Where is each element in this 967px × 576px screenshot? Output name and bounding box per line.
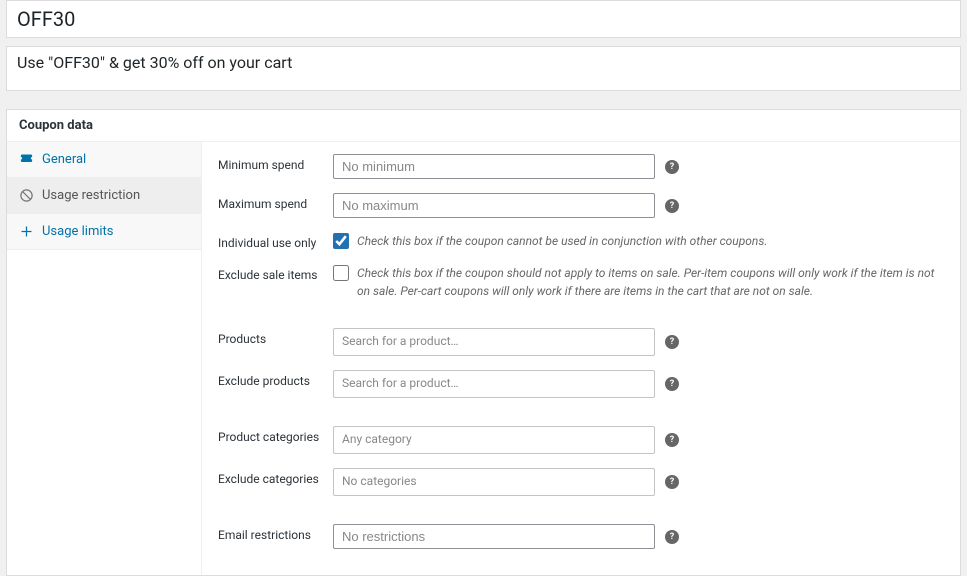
exclude-sale-help: Check this box if the coupon should not … bbox=[357, 264, 944, 300]
row-product-categories: Product categories Any category ? bbox=[218, 426, 944, 454]
help-icon[interactable]: ? bbox=[665, 160, 679, 174]
tab-usage-limits[interactable]: Usage limits bbox=[7, 214, 201, 250]
plus-icon bbox=[19, 224, 34, 239]
help-icon[interactable]: ? bbox=[665, 335, 679, 349]
label-exclude-categories: Exclude categories bbox=[218, 468, 333, 486]
row-minimum-spend: Minimum spend ? bbox=[218, 154, 944, 179]
exclude-products-select[interactable]: Search for a product… bbox=[333, 370, 655, 398]
row-maximum-spend: Maximum spend ? bbox=[218, 193, 944, 218]
tab-usage-restriction[interactable]: Usage restriction bbox=[7, 178, 201, 214]
label-email-restrictions: Email restrictions bbox=[218, 524, 333, 542]
help-icon[interactable]: ? bbox=[665, 199, 679, 213]
row-exclude-sale: Exclude sale items Check this box if the… bbox=[218, 264, 944, 300]
sidebar-tabs: General Usage restriction Usage limits bbox=[7, 142, 202, 575]
row-exclude-categories: Exclude categories No categories ? bbox=[218, 468, 944, 496]
label-products: Products bbox=[218, 328, 333, 346]
tab-label: Usage restriction bbox=[42, 188, 140, 203]
label-minimum-spend: Minimum spend bbox=[218, 154, 333, 172]
ticket-icon bbox=[19, 152, 34, 167]
email-restrictions-input[interactable] bbox=[333, 524, 655, 549]
help-icon[interactable]: ? bbox=[665, 475, 679, 489]
individual-use-help: Check this box if the coupon cannot be u… bbox=[357, 232, 944, 250]
row-exclude-products: Exclude products Search for a product… ? bbox=[218, 370, 944, 398]
panel-header: Coupon data bbox=[7, 110, 960, 142]
panel-title: Coupon data bbox=[19, 118, 948, 133]
coupon-description: Use "OFF30" & get 30% off on your cart bbox=[17, 53, 950, 72]
minimum-spend-input[interactable] bbox=[333, 154, 655, 179]
individual-use-checkbox[interactable] bbox=[333, 233, 349, 249]
label-individual-use: Individual use only bbox=[218, 232, 333, 250]
product-categories-select[interactable]: Any category bbox=[333, 426, 655, 454]
help-icon[interactable]: ? bbox=[665, 530, 679, 544]
label-product-categories: Product categories bbox=[218, 426, 333, 444]
maximum-spend-input[interactable] bbox=[333, 193, 655, 218]
label-exclude-sale: Exclude sale items bbox=[218, 264, 333, 282]
label-exclude-products: Exclude products bbox=[218, 370, 333, 388]
help-icon[interactable]: ? bbox=[665, 433, 679, 447]
coupon-code-box[interactable]: OFF30 bbox=[6, 0, 961, 38]
tab-label: General bbox=[42, 152, 86, 167]
help-icon[interactable]: ? bbox=[665, 377, 679, 391]
row-products: Products Search for a product… ? bbox=[218, 328, 944, 356]
exclude-categories-select[interactable]: No categories bbox=[333, 468, 655, 496]
row-individual-use: Individual use only Check this box if th… bbox=[218, 232, 944, 250]
coupon-code: OFF30 bbox=[17, 7, 950, 31]
products-select[interactable]: Search for a product… bbox=[333, 328, 655, 356]
label-maximum-spend: Maximum spend bbox=[218, 193, 333, 211]
form-area: Minimum spend ? Maximum spend ? Individu… bbox=[202, 142, 960, 575]
tab-label: Usage limits bbox=[42, 224, 113, 239]
row-email-restrictions: Email restrictions ? bbox=[218, 524, 944, 549]
ban-icon bbox=[19, 188, 34, 203]
tab-general[interactable]: General bbox=[7, 142, 201, 178]
coupon-description-box[interactable]: Use "OFF30" & get 30% off on your cart bbox=[6, 46, 961, 91]
coupon-data-panel: Coupon data General Usage restriction bbox=[6, 109, 961, 576]
exclude-sale-checkbox[interactable] bbox=[333, 265, 349, 281]
